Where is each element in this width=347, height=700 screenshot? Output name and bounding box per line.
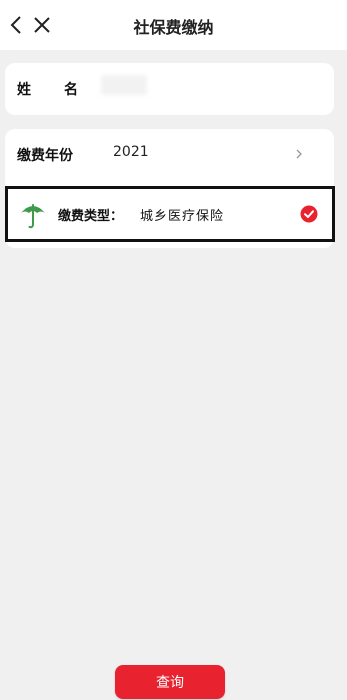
check-circle-icon	[300, 205, 318, 223]
payment-type-value: 城乡医疗保险	[140, 209, 225, 224]
payment-year-label: 缴费年份	[17, 148, 73, 164]
payment-type-label: 缴费类型：	[58, 209, 124, 224]
name-value	[101, 75, 147, 95]
chevron-right-icon	[296, 149, 302, 159]
payment-card: 缴费年份 2021 缴费类型： 城乡医疗保险	[5, 129, 335, 248]
query-button[interactable]: 查询	[115, 665, 225, 699]
payment-type-row[interactable]: 缴费类型： 城乡医疗保险	[5, 186, 335, 242]
payment-year-row[interactable]: 缴费年份 2021	[5, 129, 334, 181]
top-bar: 社保费缴纳	[0, 0, 347, 50]
umbrella-icon	[21, 204, 45, 229]
name-card: 姓名	[5, 63, 334, 115]
name-label: 姓名	[17, 82, 111, 98]
page-title: 社保费缴纳	[133, 18, 214, 37]
payment-year-value: 2021	[113, 144, 149, 160]
